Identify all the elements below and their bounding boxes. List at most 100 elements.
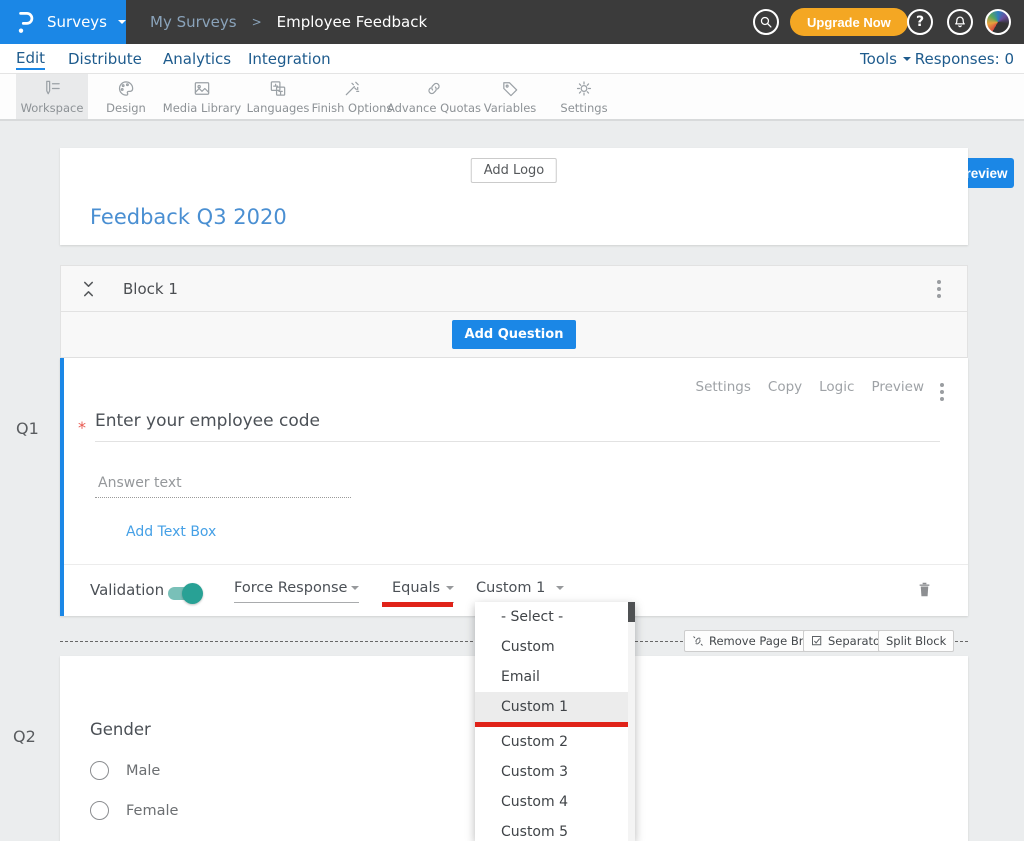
dropdown-option-custom-2[interactable]: Custom 2 — [475, 727, 628, 757]
radio-button-female[interactable] — [90, 801, 109, 820]
gear-icon — [574, 79, 594, 98]
answer-option-female: Female — [90, 801, 178, 820]
dropdown-scrollbar[interactable] — [628, 602, 635, 841]
required-marker: * — [78, 418, 86, 437]
tab-integration[interactable]: Integration — [248, 47, 331, 71]
responses-count-link[interactable]: Responses: 0 — [915, 47, 1014, 71]
notifications-button[interactable] — [947, 9, 973, 35]
checkbox-checked-icon — [811, 635, 823, 647]
toolbar-item-design[interactable]: Design — [94, 74, 158, 119]
breadcrumb-separator: > — [252, 15, 262, 29]
upgrade-now-button[interactable]: Upgrade Now — [790, 8, 908, 36]
collapse-block-button[interactable] — [81, 279, 96, 303]
answer-option-male: Male — [90, 761, 160, 780]
validation-label: Validation — [90, 581, 164, 599]
toolbar-item-settings[interactable]: Settings — [546, 74, 622, 119]
translate-icon — [268, 79, 288, 98]
add-question-button[interactable]: Add Question — [452, 320, 577, 349]
delete-validation-button[interactable] — [917, 581, 932, 602]
chevron-down-icon — [556, 586, 564, 590]
operand-dropdown[interactable]: Custom 1 — [476, 580, 564, 603]
question-text-q2[interactable]: Gender — [90, 720, 151, 739]
trash-icon — [917, 581, 932, 598]
question-preview-link[interactable]: Preview — [871, 379, 924, 395]
bell-icon — [953, 15, 967, 29]
toolbar-item-finish-options[interactable]: Finish Options — [312, 74, 392, 119]
top-bar: Surveys My Surveys > Employee Feedback U… — [0, 0, 1024, 44]
question-settings-link[interactable]: Settings — [696, 379, 751, 395]
dropdown-option-email[interactable]: Email — [475, 662, 628, 692]
tab-analytics[interactable]: Analytics — [163, 47, 231, 71]
tab-distribute[interactable]: Distribute — [68, 47, 142, 71]
wand-icon — [342, 79, 362, 98]
upgrade-now-label: Upgrade Now — [807, 15, 891, 30]
search-button[interactable] — [753, 9, 779, 35]
operator-highlight-underline — [382, 602, 453, 607]
answer-text-field[interactable]: Answer text — [98, 475, 182, 491]
dropdown-option-custom-1[interactable]: Custom 1 — [475, 692, 628, 722]
toolbar-item-advance-quotas[interactable]: Advance Quotas — [392, 74, 476, 119]
question-copy-link[interactable]: Copy — [768, 379, 802, 395]
survey-title[interactable]: Feedback Q3 2020 — [90, 205, 287, 229]
question-actions: Settings Copy Logic Preview — [696, 379, 924, 395]
breadcrumb-current-survey: Employee Feedback — [277, 13, 428, 31]
validation-toggle[interactable] — [168, 587, 201, 600]
dropdown-option-custom-3[interactable]: Custom 3 — [475, 757, 628, 787]
add-logo-button[interactable]: Add Logo — [471, 158, 557, 183]
image-icon — [192, 79, 212, 98]
toolbar-item-workspace[interactable]: Workspace — [16, 74, 88, 119]
add-text-box-link[interactable]: Add Text Box — [126, 524, 216, 540]
surveys-product-menu[interactable]: Surveys — [0, 0, 126, 44]
scrollbar-thumb[interactable] — [628, 602, 635, 622]
dropdown-option-custom-5[interactable]: Custom 5 — [475, 817, 628, 841]
operator-dropdown[interactable]: Equals — [392, 580, 454, 603]
user-avatar[interactable] — [985, 9, 1011, 35]
force-response-dropdown[interactable]: Force Response — [234, 580, 359, 603]
editor-toolbar: Workspace Design Media Library Languages — [0, 74, 1024, 121]
survey-header-card: Add Logo Feedback Q3 2020 — [60, 148, 968, 245]
add-question-strip: Add Question — [60, 312, 968, 358]
block-title: Block 1 — [123, 280, 178, 298]
collapse-icon — [81, 279, 96, 299]
question-logic-link[interactable]: Logic — [819, 379, 854, 395]
dropdown-option-select[interactable]: - Select - — [475, 602, 628, 632]
palette-icon — [116, 79, 136, 98]
dropdown-items: - Select - Custom Email Custom 1 Custom … — [475, 602, 628, 841]
chevron-down-icon — [446, 586, 454, 590]
question-card-q1: Settings Copy Logic Preview * Enter your… — [60, 358, 968, 616]
tools-menu[interactable]: Tools — [860, 47, 911, 71]
survey-nav-tabs: Edit Distribute Analytics Integration To… — [0, 44, 1024, 74]
answer-field-underline — [95, 497, 351, 498]
questionpro-survey-editor: Surveys My Surveys > Employee Feedback U… — [0, 0, 1024, 841]
chevron-down-icon — [903, 57, 911, 61]
split-block-button[interactable]: Split Block — [878, 630, 954, 652]
validation-value-dropdown-menu: - Select - Custom Email Custom 1 Custom … — [475, 602, 635, 841]
toolbar-item-variables[interactable]: Variables — [478, 74, 542, 119]
tab-edit[interactable]: Edit — [16, 47, 45, 71]
question-menu-button[interactable] — [938, 381, 946, 403]
toggle-knob — [182, 583, 203, 604]
radio-label-male[interactable]: Male — [126, 763, 160, 779]
radio-button-male[interactable] — [90, 761, 109, 780]
chevron-down-icon — [351, 586, 359, 590]
chevron-down-icon — [118, 20, 126, 24]
breadcrumb: My Surveys > Employee Feedback — [150, 0, 427, 44]
help-button[interactable] — [907, 9, 933, 35]
toolbar-item-languages[interactable]: Languages — [246, 74, 310, 119]
dropdown-option-custom-4[interactable]: Custom 4 — [475, 787, 628, 817]
questionpro-logo-icon — [16, 10, 36, 35]
broken-link-icon — [692, 635, 704, 647]
question-text-underline — [95, 441, 940, 442]
toolbar-item-media-library[interactable]: Media Library — [162, 74, 242, 119]
dropdown-option-custom[interactable]: Custom — [475, 632, 628, 662]
surveys-menu-label: Surveys — [47, 13, 107, 31]
question-text-q1[interactable]: Enter your employee code — [95, 411, 320, 431]
chain-icon — [424, 79, 444, 98]
tools-label: Tools — [860, 50, 897, 68]
radio-label-female[interactable]: Female — [126, 803, 178, 819]
question-number-q2: Q2 — [13, 727, 36, 746]
search-icon — [759, 15, 773, 29]
block-menu-button[interactable] — [935, 278, 943, 300]
breadcrumb-my-surveys[interactable]: My Surveys — [150, 13, 237, 31]
block-header: Block 1 — [60, 265, 968, 312]
